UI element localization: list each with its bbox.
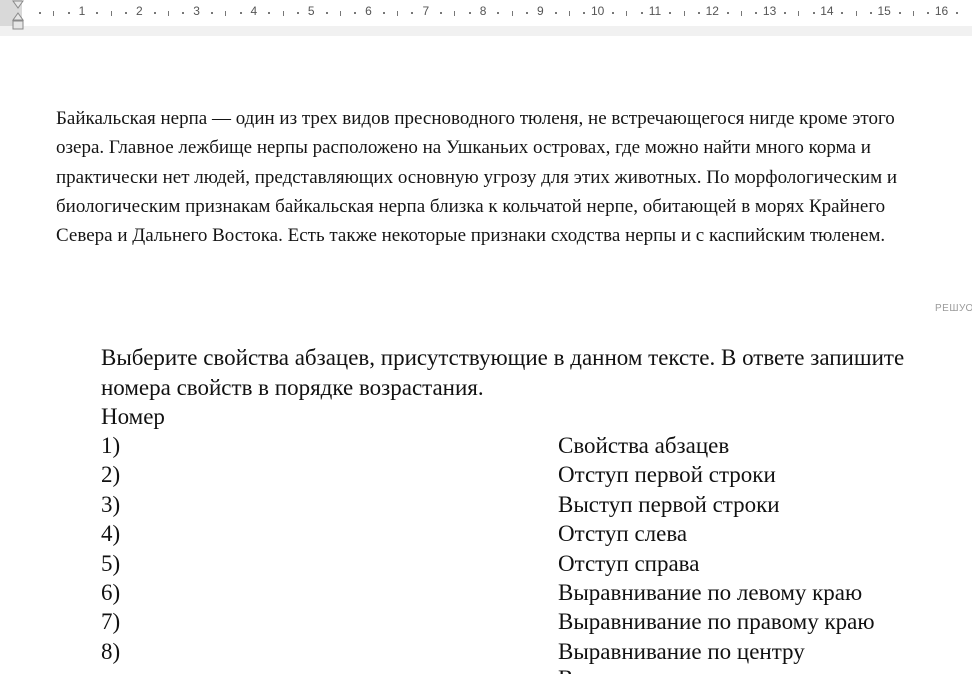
ruler-quarter-dot bbox=[382, 12, 385, 14]
ruler-quarter-dot bbox=[96, 12, 99, 14]
row-number: 8) bbox=[101, 638, 121, 664]
ruler-number: 16 bbox=[934, 4, 949, 18]
ruler-quarter-dot bbox=[239, 12, 242, 14]
ruler-half-tick bbox=[626, 11, 628, 16]
row-number: 6) bbox=[101, 580, 121, 605]
ruler-quarter-dot bbox=[726, 12, 729, 14]
ruler-half-tick bbox=[167, 11, 169, 16]
ruler-quarter-dot bbox=[210, 12, 213, 14]
ruler-quarter-dot bbox=[898, 12, 901, 14]
row-property: Отступ первой строки bbox=[558, 462, 776, 488]
ruler-quarter-dot bbox=[67, 12, 70, 14]
ruler-number: 13 bbox=[762, 4, 777, 18]
ruler-quarter-dot bbox=[927, 12, 930, 14]
ruler-number: 6 bbox=[365, 4, 372, 18]
ruler-quarter-dot bbox=[153, 12, 156, 14]
ruler-number: 2 bbox=[135, 4, 143, 18]
ruler-half-tick bbox=[569, 11, 571, 16]
row-property: Свойства абзацев bbox=[558, 433, 730, 458]
row-number: 1) bbox=[101, 433, 121, 458]
table-row: 8) Выравнивание по центру bbox=[0, 637, 972, 666]
ruler-number: 15 bbox=[877, 4, 891, 18]
ruler-quarter-dot bbox=[783, 12, 786, 14]
row-property: Выравнивание по правому краю bbox=[558, 609, 875, 635]
ruler-half-tick bbox=[110, 11, 112, 16]
table-row: 2) Отступ первой строки bbox=[0, 460, 972, 489]
ruler-number: 4 bbox=[250, 4, 258, 18]
table-row: 3) Выступ первой строки bbox=[0, 490, 972, 519]
ruler-half-tick bbox=[397, 11, 399, 16]
row-property: Выравнивание по центру bbox=[558, 638, 805, 664]
ruler-quarter-dot bbox=[296, 12, 299, 14]
ruler-quarter-dot bbox=[583, 12, 586, 14]
ruler-half-tick bbox=[740, 11, 742, 16]
ruler-quarter-dot bbox=[841, 12, 844, 14]
ruler-number: 14 bbox=[820, 4, 834, 18]
ruler-half-tick bbox=[855, 11, 857, 16]
indent-marker-icon[interactable] bbox=[10, 0, 26, 34]
ruler-quarter-dot bbox=[612, 12, 615, 14]
ruler-quarter-dot bbox=[325, 12, 328, 14]
row-property: Отступ справа bbox=[558, 550, 700, 576]
ruler-quarter-dot bbox=[640, 12, 643, 14]
ruler-half-tick bbox=[511, 11, 513, 16]
horizontal-ruler[interactable]: 1 2 3 4 5 6 7 8 9 10 11 12 13 14 15 16 bbox=[0, 0, 972, 36]
ruler-quarter-dot bbox=[354, 12, 357, 14]
row-property: Выступ первой строки bbox=[558, 491, 780, 517]
ruler-quarter-dot bbox=[697, 12, 700, 14]
ruler-number: 7 bbox=[422, 4, 430, 18]
row-number: 4) bbox=[101, 521, 121, 547]
ruler-quarter-dot bbox=[669, 12, 672, 14]
ruler-quarter-dot bbox=[755, 12, 758, 14]
ruler-quarter-dot bbox=[39, 12, 42, 14]
ruler-quarter-dot bbox=[268, 12, 271, 14]
row-number: 7) bbox=[101, 609, 121, 635]
ruler-quarter-dot bbox=[955, 12, 958, 14]
cut-off-row: В bbox=[558, 666, 580, 674]
row-number: 5) bbox=[101, 550, 121, 576]
row-property: Выравнивание по левому краю bbox=[558, 580, 863, 605]
row-property: Отступ слева bbox=[558, 521, 688, 547]
ruler-bottom-band bbox=[0, 26, 972, 36]
ruler-half-tick bbox=[53, 11, 55, 16]
ruler-number: 11 bbox=[648, 4, 662, 18]
ruler-number: 8 bbox=[479, 4, 487, 18]
ruler-quarter-dot bbox=[468, 12, 471, 14]
table-row: 1) Свойства абзацев bbox=[0, 431, 972, 460]
ruler-quarter-dot bbox=[554, 12, 557, 14]
ruler-quarter-dot bbox=[411, 12, 414, 14]
ruler-quarter-dot bbox=[812, 12, 815, 14]
ruler-number: 10 bbox=[591, 4, 605, 18]
table-row: 5) Отступ справа bbox=[0, 549, 972, 578]
ruler-quarter-dot bbox=[526, 12, 529, 14]
ruler-half-tick bbox=[454, 11, 456, 16]
side-watermark: РЕШУОГ bbox=[935, 303, 972, 314]
ruler-quarter-dot bbox=[182, 12, 185, 14]
ruler-half-tick bbox=[339, 11, 341, 16]
ruler-quarter-dot bbox=[497, 12, 500, 14]
ruler-half-tick bbox=[282, 11, 284, 16]
row-number: 3) bbox=[101, 491, 121, 517]
ruler-half-tick bbox=[683, 11, 685, 16]
ruler-quarter-dot bbox=[124, 12, 127, 14]
ruler-number: 9 bbox=[537, 4, 544, 18]
table-header-number: Номер bbox=[101, 404, 165, 429]
row-number: 2) bbox=[101, 462, 121, 488]
ruler-half-tick bbox=[225, 11, 227, 16]
ruler-number: 12 bbox=[705, 4, 719, 18]
table-row: 6) Выравнивание по левому краю bbox=[0, 578, 972, 607]
table-row: 7) Выравнивание по правому краю bbox=[0, 607, 972, 636]
ruler-number: 5 bbox=[307, 4, 315, 18]
question-text: Выберите свойства абзацев, присутствующи… bbox=[101, 345, 905, 400]
ruler-quarter-dot bbox=[440, 12, 443, 14]
table-row: 4) Отступ слева bbox=[0, 519, 972, 548]
ruler-half-tick bbox=[912, 11, 914, 16]
paragraph-text: Байкальская нерпа — один из трех видов п… bbox=[56, 108, 898, 247]
ruler-number: 3 bbox=[193, 4, 200, 18]
ruler-quarter-dot bbox=[869, 12, 872, 14]
ruler-half-tick bbox=[798, 11, 800, 16]
ruler-number: 1 bbox=[78, 4, 86, 18]
